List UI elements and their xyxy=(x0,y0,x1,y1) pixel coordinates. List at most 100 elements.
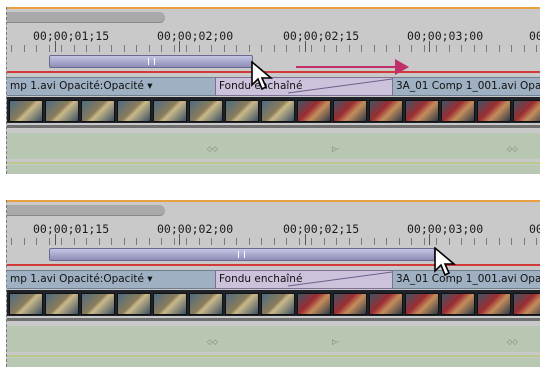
ruler-tick xyxy=(98,45,100,52)
audio-divider xyxy=(7,125,540,128)
video-frame-thumbnail xyxy=(513,100,540,122)
ruler-tick xyxy=(536,238,537,245)
clip-label[interactable]: 3A_01 Comp 1_001.avi Opac xyxy=(392,271,540,288)
video-frame-thumbnail xyxy=(297,293,331,315)
ruler-tick xyxy=(161,238,162,245)
video-frame-thumbnail xyxy=(333,293,367,315)
ruler-tick xyxy=(348,45,350,52)
clip-label[interactable]: mp 1.avi Opacité:Opacité ▾ xyxy=(7,78,153,95)
zoom-scrollbar[interactable] xyxy=(7,205,165,216)
work-area-grip[interactable] xyxy=(238,251,245,258)
video-frame-thumbnail xyxy=(81,100,115,122)
ruler-tick xyxy=(173,45,175,52)
ruler-tick xyxy=(261,45,262,52)
video-frame-thumbnail xyxy=(441,293,475,315)
ruler-tick xyxy=(411,238,412,245)
time-ruler[interactable] xyxy=(7,234,540,246)
keyframe-marker: ◇◇ xyxy=(207,338,218,346)
timecode-label: 00;00;03;00 xyxy=(407,29,484,43)
clip-label[interactable]: mp 1.avi Opacité:Opacité ▾ xyxy=(7,271,153,288)
render-bar xyxy=(7,264,540,266)
timecode-label: 00 xyxy=(529,29,540,43)
video-frame-thumbnail xyxy=(405,293,439,315)
audio-track: ◇◇ ▷· ◇◇ xyxy=(7,133,540,159)
ruler-major-tick xyxy=(305,41,306,52)
ruler-tick xyxy=(473,238,475,245)
ruler-tick xyxy=(36,45,37,52)
work-area-bar[interactable] xyxy=(49,55,253,68)
ruler-tick xyxy=(298,45,300,52)
ruler-tick xyxy=(73,238,75,245)
timecode-label: 00;00;01;15 xyxy=(33,29,110,43)
ruler-tick xyxy=(48,238,50,245)
keyframe-marker: ◇◇ xyxy=(507,145,518,153)
ruler-major-tick xyxy=(179,41,180,52)
ruler-tick xyxy=(536,45,537,52)
ruler-major-tick xyxy=(305,234,306,245)
ruler-tick xyxy=(236,45,237,52)
ruler-tick xyxy=(398,45,400,52)
timecode-label: 00 xyxy=(529,222,540,236)
timeline-panel-before: 00;00;01;15 00;00;02;00 00;00;02;15 00;0… xyxy=(6,7,540,174)
video-frame-thumbnail xyxy=(513,293,540,315)
ruler-tick xyxy=(436,45,437,52)
video-frame-thumbnail xyxy=(225,293,259,315)
video-frame-thumbnail xyxy=(261,293,295,315)
video-frame-thumbnail xyxy=(333,100,367,122)
ruler-tick xyxy=(236,238,237,245)
ruler-tick xyxy=(386,238,387,245)
ruler-tick xyxy=(273,45,275,52)
clip-label[interactable]: 3A_01 Comp 1_001.avi Opac xyxy=(392,78,540,95)
time-ruler[interactable] xyxy=(7,41,540,53)
keyframe-marker: ▷· xyxy=(332,145,340,153)
ruler-tick xyxy=(336,45,337,52)
timecode-label: 00;00;01;15 xyxy=(33,222,110,236)
transition-ramp xyxy=(287,271,392,287)
timecode-label: 00;00;03;00 xyxy=(407,222,484,236)
ruler-tick xyxy=(461,238,462,245)
ruler-tick xyxy=(148,45,150,52)
ruler-tick xyxy=(486,45,487,52)
work-area-grip[interactable] xyxy=(148,58,155,65)
ruler-tick xyxy=(511,238,512,245)
video-frame-thumbnail xyxy=(117,100,151,122)
ruler-major-tick xyxy=(55,234,56,245)
work-area-bar[interactable] xyxy=(49,248,435,261)
keyframe-marker: ▷· xyxy=(332,338,340,346)
ruler-tick xyxy=(136,238,137,245)
ruler-tick xyxy=(48,45,50,52)
transition-block[interactable]: Fondu enchaîné xyxy=(215,270,393,289)
ruler-tick xyxy=(311,45,312,52)
ruler-tick xyxy=(136,45,137,52)
ruler-tick xyxy=(223,238,225,245)
audio-level-line xyxy=(7,355,540,357)
video-frame-thumbnail xyxy=(297,100,331,122)
ruler-tick xyxy=(61,238,62,245)
ruler-tick xyxy=(148,238,150,245)
ruler-tick xyxy=(11,45,12,52)
ruler-tick xyxy=(211,45,212,52)
ruler-tick xyxy=(73,45,75,52)
video-frame-thumbnail xyxy=(9,293,43,315)
ruler-tick xyxy=(86,238,87,245)
video-frame-thumbnail xyxy=(477,100,511,122)
video-frame-thumbnail xyxy=(477,293,511,315)
ruler-tick xyxy=(248,238,250,245)
ruler-tick xyxy=(286,238,287,245)
ruler-tick xyxy=(111,238,112,245)
video-frame-thumbnail xyxy=(369,293,403,315)
ruler-tick xyxy=(386,45,387,52)
ruler-tick xyxy=(11,238,12,245)
transition-block[interactable]: Fondu enchaîné xyxy=(215,77,393,96)
top-border-line xyxy=(7,200,540,202)
right-arrow-icon xyxy=(395,59,409,75)
arrow-cursor-icon xyxy=(434,247,457,277)
arrow-cursor-icon xyxy=(251,61,274,91)
audio-divider xyxy=(7,318,540,321)
transition-ramp xyxy=(287,78,392,94)
zoom-scrollbar[interactable] xyxy=(7,12,165,23)
ruler-tick xyxy=(211,238,212,245)
ruler-tick xyxy=(223,45,225,52)
video-frame-thumbnail xyxy=(81,293,115,315)
ruler-tick xyxy=(361,238,362,245)
